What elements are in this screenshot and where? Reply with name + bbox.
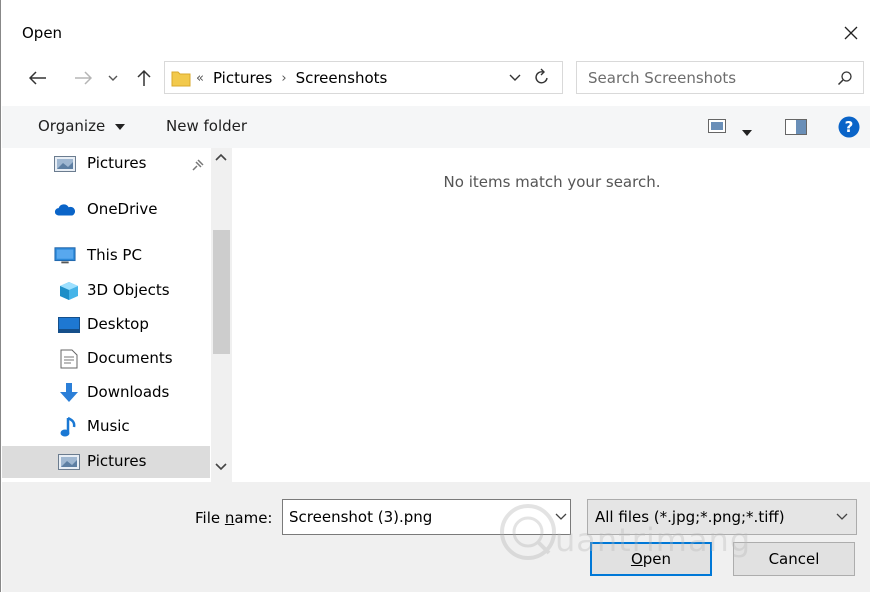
close-icon: [844, 26, 858, 40]
file-list[interactable]: No items match your search.: [233, 148, 870, 482]
nav-scrollbar[interactable]: [211, 148, 232, 482]
nav-item-label: Desktop: [87, 315, 149, 333]
help-icon: ?: [838, 116, 860, 138]
file-type-select[interactable]: All files (*.jpg;*.png;*.tiff): [587, 499, 857, 535]
address-bar[interactable]: « Pictures › Screenshots: [164, 61, 563, 94]
folder-icon: [171, 71, 191, 87]
nav-item-this-pc[interactable]: This PC: [2, 240, 210, 272]
arrow-up-icon: [137, 69, 151, 86]
open-accel: O: [630, 550, 643, 568]
nav-item-label: Pictures: [87, 154, 147, 172]
desktop-icon: [58, 315, 80, 335]
breadcrumb-pictures[interactable]: Pictures: [213, 69, 272, 87]
arrow-left-icon: [29, 71, 46, 85]
search-icon: [837, 71, 852, 86]
caret-down-icon: [742, 130, 752, 136]
open-label: pen: [642, 550, 672, 568]
refresh-icon: [535, 68, 548, 84]
arrow-right-icon: [75, 71, 92, 85]
chevron-down-icon: [509, 74, 521, 81]
navigation-pane: Pictures OneDrive This PC 3D Objects Des…: [2, 148, 232, 482]
nav-item-label: This PC: [87, 246, 142, 264]
documents-icon: [58, 349, 80, 369]
pictures-icon: [54, 154, 76, 174]
chevron-down-icon[interactable]: [555, 512, 567, 522]
nav-item-downloads[interactable]: Downloads: [2, 377, 210, 409]
scroll-down-icon[interactable]: [215, 462, 227, 472]
music-icon: [58, 416, 80, 437]
chevron-down-icon: [836, 513, 848, 520]
organize-button[interactable]: Organize: [38, 117, 125, 135]
preview-pane-button[interactable]: [785, 119, 807, 139]
nav-item-onedrive[interactable]: OneDrive: [2, 194, 210, 226]
title-bar: Open: [1, 0, 870, 56]
scrollbar-thumb[interactable]: [213, 230, 230, 354]
refresh-button[interactable]: [534, 67, 550, 91]
search-box[interactable]: Search Screenshots: [576, 61, 864, 94]
onedrive-icon: [54, 200, 76, 220]
view-icon: [708, 119, 726, 133]
recent-locations-button[interactable]: [105, 64, 121, 92]
organize-label: Organize: [38, 117, 106, 135]
breadcrumb-overflow[interactable]: «: [196, 71, 204, 86]
view-options-dropdown[interactable]: [742, 123, 752, 141]
open-button[interactable]: Open: [590, 542, 712, 576]
preview-pane-icon: [785, 119, 807, 135]
caret-down-icon: [114, 123, 125, 130]
window-title: Open: [22, 24, 63, 42]
pictures-icon: [58, 452, 80, 472]
file-name-label-text: File: [195, 509, 225, 527]
address-dropdown-button[interactable]: [509, 69, 521, 89]
nav-item-documents[interactable]: Documents: [2, 343, 210, 375]
this-pc-icon: [54, 246, 76, 266]
close-button[interactable]: [831, 18, 870, 48]
3d-objects-icon: [58, 281, 80, 301]
nav-item-music[interactable]: Music: [2, 411, 210, 443]
breadcrumb-screenshots[interactable]: Screenshots: [296, 69, 388, 87]
pin-icon[interactable]: [191, 158, 205, 172]
nav-item-label: Music: [87, 417, 130, 435]
open-dialog: Open « Pictures › Screenshots Search Scr…: [0, 0, 870, 592]
svg-text:?: ?: [845, 118, 854, 136]
back-button[interactable]: [25, 64, 51, 92]
empty-message: No items match your search.: [443, 173, 661, 191]
file-type-value: All files (*.jpg;*.png;*.tiff): [595, 508, 785, 526]
nav-item-label: OneDrive: [87, 200, 158, 218]
search-input[interactable]: Search Screenshots: [588, 69, 736, 87]
file-name-value: Screenshot (3).png: [289, 508, 433, 526]
file-name-label-text-end: ame:: [234, 509, 273, 527]
nav-item-pictures[interactable]: Pictures: [2, 446, 210, 478]
change-view-button[interactable]: [708, 119, 726, 137]
nav-item-label: 3D Objects: [87, 281, 170, 299]
up-button[interactable]: [133, 64, 155, 92]
nav-item-label: Documents: [87, 349, 173, 367]
nav-item-3d-objects[interactable]: 3D Objects: [2, 275, 210, 307]
command-bar: Organize New folder ?: [2, 106, 870, 148]
nav-item-label: Downloads: [87, 383, 170, 401]
cancel-button[interactable]: Cancel: [733, 542, 855, 576]
nav-item-pictures-quick[interactable]: Pictures: [2, 148, 210, 180]
file-name-label-accel: n: [224, 509, 235, 527]
new-folder-button[interactable]: New folder: [166, 117, 247, 135]
chevron-right-icon[interactable]: ›: [281, 71, 286, 86]
file-name-input[interactable]: Screenshot (3).png: [282, 499, 571, 535]
bottom-panel: File name: Screenshot (3).png All files …: [2, 482, 870, 592]
downloads-icon: [58, 383, 80, 403]
nav-item-desktop[interactable]: Desktop: [2, 309, 210, 341]
nav-item-label: Pictures: [87, 452, 147, 470]
chevron-down-icon: [108, 75, 118, 81]
breadcrumb: « Pictures › Screenshots: [196, 69, 387, 87]
scroll-up-icon[interactable]: [215, 152, 227, 162]
help-button[interactable]: ?: [838, 116, 860, 142]
file-name-label: File name:: [195, 509, 272, 527]
forward-button[interactable]: [71, 64, 95, 92]
